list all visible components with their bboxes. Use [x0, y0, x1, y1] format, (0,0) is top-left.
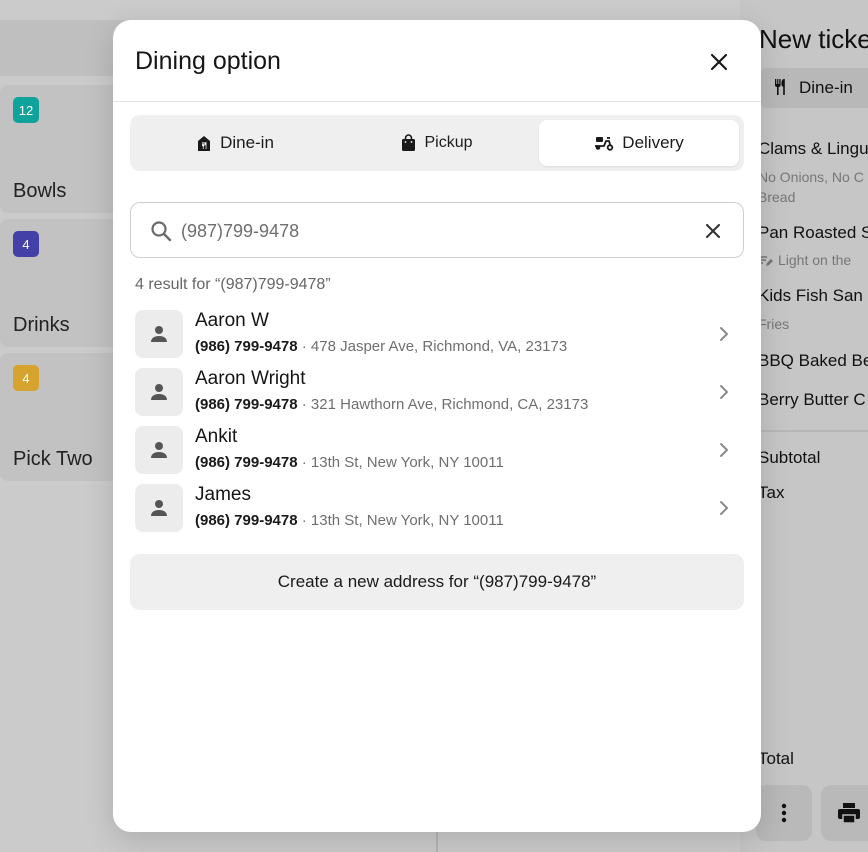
ticket-item[interactable]: Berry Butter C [758, 390, 866, 410]
tab-label: Pickup [424, 134, 473, 151]
category-name: Bowls [13, 180, 67, 202]
tab-label: Delivery [622, 133, 684, 152]
avatar [135, 368, 183, 416]
category-name: Pick Two [13, 448, 93, 470]
total-label: Total [758, 749, 794, 768]
customer-result-row[interactable]: Aaron W (986) 799-9478 · 478 Jasper Ave,… [131, 310, 743, 362]
clear-search-button[interactable] [699, 217, 727, 245]
category-count-badge: 4 [13, 231, 39, 257]
customer-phone: (986) 799-9478 [195, 338, 298, 355]
ticket-item-note: Light on the [778, 252, 852, 268]
customer-address: · 478 Jasper Ave, Richmond, VA, 23173 [301, 338, 568, 355]
customer-address: · 13th St, New York, NY 10011 [301, 512, 504, 529]
category-card-pick-two[interactable]: 4 Pick Two [0, 353, 130, 481]
close-icon [705, 223, 721, 239]
customer-search-box [130, 202, 744, 258]
customer-phone: (986) 799-9478 [195, 512, 298, 529]
category-count-badge: 4 [13, 365, 39, 391]
tab-delivery[interactable]: Delivery [539, 120, 739, 166]
category-name: Drinks [13, 314, 70, 336]
customer-result-row[interactable]: Aaron Wright (986) 799-9478 · 321 Hawtho… [131, 368, 743, 420]
customer-name: Ankit [195, 426, 238, 447]
scooter-icon [595, 137, 614, 151]
customer-address: · 13th St, New York, NY 10011 [301, 454, 504, 471]
ticket-item[interactable]: Clams & Lingu [758, 139, 868, 159]
chevron-right-icon [720, 327, 728, 341]
ticket-title: New ticke [759, 24, 868, 54]
shopping-bag-icon [402, 134, 416, 151]
search-icon [151, 221, 172, 242]
printer-icon [838, 803, 860, 824]
category-count-badge: 12 [13, 97, 39, 123]
close-icon [710, 53, 728, 71]
customer-phone: (986) 799-9478 [195, 454, 298, 471]
ticket-item[interactable]: BBQ Baked Be [758, 351, 868, 371]
customer-details: (986) 799-9478 · 478 Jasper Ave, Richmon… [195, 338, 567, 355]
tab-pickup[interactable]: Pickup [337, 120, 537, 166]
customer-details: (986) 799-9478 · 13th St, New York, NY 1… [195, 454, 504, 471]
tax-label: Tax [758, 483, 785, 502]
user-icon [151, 384, 167, 400]
customer-phone: (986) 799-9478 [195, 396, 298, 413]
dialog-header: Dining option [113, 20, 761, 102]
customer-name: James [195, 484, 251, 505]
tab-label: Dine-in [220, 133, 274, 152]
note-edit-icon [760, 256, 773, 266]
tab-dine-in[interactable]: Dine-in [135, 120, 335, 166]
chevron-right-icon [720, 385, 728, 399]
create-new-address-button[interactable]: Create a new address for “(987)799-9478” [130, 554, 744, 610]
print-button[interactable] [821, 785, 868, 841]
more-options-button[interactable] [756, 785, 812, 841]
ticket-divider [758, 430, 868, 432]
dialog-title: Dining option [135, 47, 281, 75]
avatar [135, 426, 183, 474]
ticket-dining-option-button[interactable]: Dine-in [759, 68, 868, 108]
dining-option-tabs: Dine-in Pickup Delivery [130, 115, 744, 171]
user-icon [151, 442, 167, 458]
more-vertical-icon [781, 803, 787, 823]
ticket-item-modifier: No Onions, No C [758, 169, 864, 185]
customer-name: Aaron W [195, 310, 269, 331]
user-icon [151, 500, 167, 516]
search-result-count: 4 result for “(987)799-9478” [135, 276, 331, 293]
customer-result-row[interactable]: James (986) 799-9478 · 13th St, New York… [131, 484, 743, 536]
subtotal-label: Subtotal [758, 448, 821, 467]
store-icon [198, 135, 211, 151]
chevron-right-icon [720, 501, 728, 515]
customer-details: (986) 799-9478 · 13th St, New York, NY 1… [195, 512, 504, 529]
category-card-bowls[interactable]: 12 Bowls [0, 85, 130, 213]
customer-search-input[interactable] [181, 213, 681, 249]
category-card-drinks[interactable]: 4 Drinks [0, 219, 130, 347]
ticket-dining-option-label: Dine-in [799, 78, 853, 97]
ticket-item-modifier: Fries [758, 316, 790, 332]
avatar [135, 484, 183, 532]
customer-result-row[interactable]: Ankit (986) 799-9478 · 13th St, New York… [131, 426, 743, 478]
customer-name: Aaron Wright [195, 368, 306, 389]
customer-details: (986) 799-9478 · 321 Hawthorn Ave, Richm… [195, 396, 588, 413]
avatar [135, 310, 183, 358]
customer-address: · 321 Hawthorn Ave, Richmond, CA, 23173 [301, 396, 589, 413]
ticket-item[interactable]: Kids Fish San [758, 286, 863, 306]
divider [436, 832, 438, 852]
dining-option-dialog: Dining option Dine-in Pickup Delivery (9… [113, 20, 761, 832]
fork-knife-icon [775, 79, 785, 95]
ticket-item[interactable]: Pan Roasted S [758, 223, 868, 243]
ticket-item-modifier: Bread [758, 189, 796, 205]
user-icon [151, 326, 167, 342]
close-dialog-button[interactable] [701, 44, 737, 80]
chevron-right-icon [720, 443, 728, 457]
